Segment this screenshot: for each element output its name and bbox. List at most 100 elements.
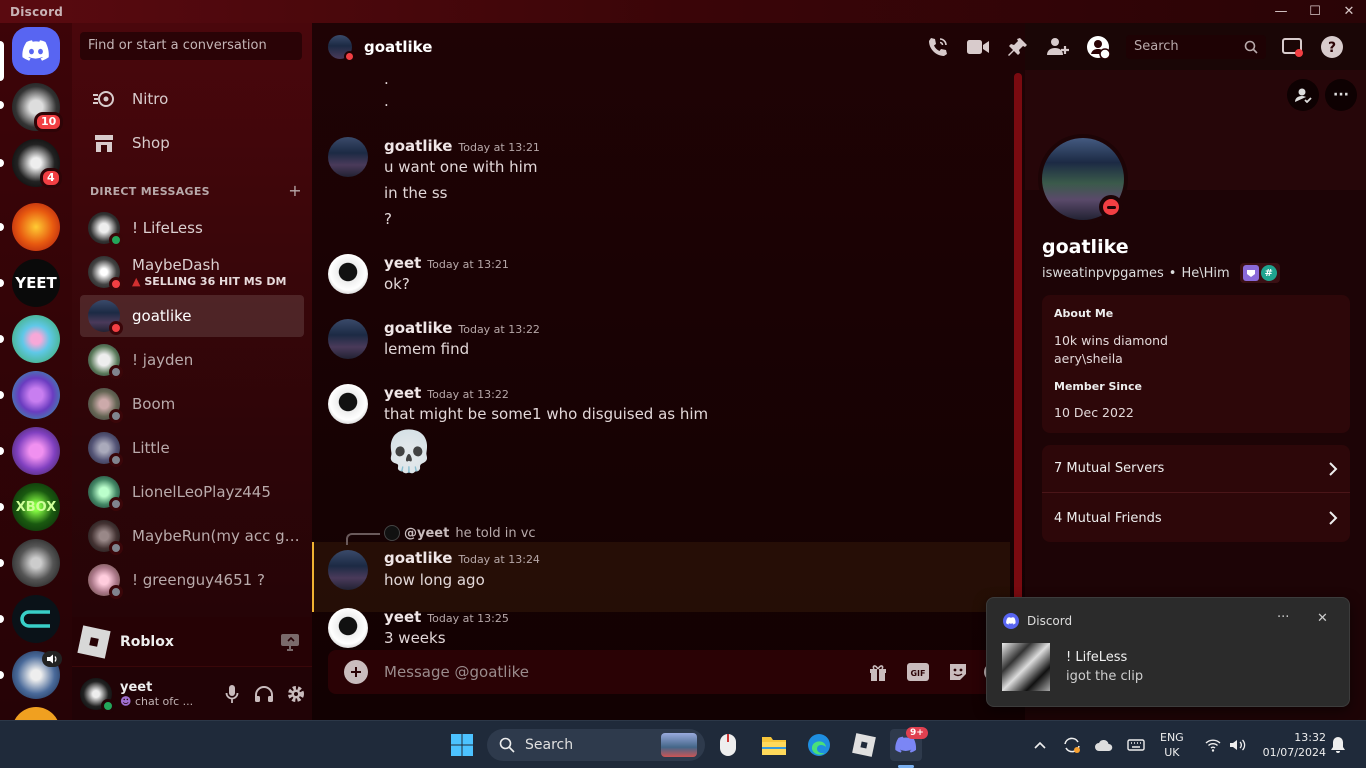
server-yeet-icon[interactable]: YEET (12, 259, 60, 307)
scrollbar[interactable] (1014, 73, 1022, 633)
roblox-icon (77, 624, 111, 659)
dm-item[interactable]: Boom (80, 383, 304, 425)
shop-icon (92, 131, 116, 155)
close-button[interactable]: ✕ (1332, 0, 1366, 23)
mutual-servers-row[interactable]: 7 Mutual Servers (1042, 445, 1350, 493)
message-avatar[interactable] (328, 254, 368, 294)
help-icon[interactable]: ? (1318, 35, 1346, 59)
nav-nitro[interactable]: Nitro (80, 78, 304, 120)
message-avatar[interactable] (328, 384, 368, 424)
notification-toast[interactable]: Discord ··· ✕ ! LifeLess igot the clip (986, 597, 1350, 707)
message-timestamp: Today at 13:21 (427, 258, 509, 271)
dm-item[interactable]: Little (80, 427, 304, 469)
add-dm-button[interactable]: + (288, 181, 302, 200)
message-avatar[interactable] (328, 137, 368, 177)
show-hidden-icons-chevron-icon[interactable] (1024, 729, 1056, 761)
gift-icon[interactable] (858, 662, 898, 682)
server-icon[interactable] (12, 595, 60, 643)
message-avatar[interactable] (328, 319, 368, 359)
chevron-right-icon (1329, 461, 1338, 476)
minimize-button[interactable]: — (1264, 0, 1298, 23)
server-icon[interactable] (12, 315, 60, 363)
edge-browser-icon[interactable] (803, 729, 835, 761)
start-windows-icon[interactable] (446, 729, 478, 761)
profile-username[interactable]: isweatinpvpgames (1042, 266, 1164, 281)
message-list: . . goatlike Today at 13:21 u want one wi… (312, 70, 1017, 650)
dm-item[interactable]: ! greenguy4651 ? (80, 559, 304, 601)
dm-item-selected[interactable]: goatlike (80, 295, 304, 337)
message-author[interactable]: goatlike (384, 319, 452, 337)
skull-emoji[interactable]: 💀 (384, 428, 434, 475)
message-author[interactable]: yeet (384, 384, 421, 402)
find-conversation-input[interactable]: Find or start a conversation (80, 32, 302, 60)
message-input[interactable]: Message @goatlike (384, 663, 858, 681)
video-call-icon[interactable] (964, 38, 992, 56)
member-since-date: 10 Dec 2022 (1054, 405, 1134, 420)
toast-more-button[interactable]: ··· (1277, 610, 1289, 625)
more-options-icon[interactable]: ··· (1325, 79, 1357, 111)
maximize-button[interactable]: ☐ (1298, 0, 1332, 23)
file-explorer-icon[interactable] (758, 729, 790, 761)
dm-item[interactable]: MaybeRun(my acc got... (80, 515, 304, 557)
message-timestamp: Today at 13:24 (458, 553, 540, 566)
sync-icon[interactable] (1056, 729, 1088, 761)
server-icon[interactable] (12, 371, 60, 419)
pinned-messages-icon[interactable] (1004, 36, 1032, 58)
mouse-app-icon[interactable] (712, 729, 744, 761)
profile-pronouns: He\Him (1181, 265, 1230, 281)
settings-gear-icon[interactable] (280, 678, 312, 710)
message-timestamp: Today at 13:22 (427, 388, 509, 401)
message-author[interactable]: goatlike (384, 137, 452, 155)
hashtag-badge-icon[interactable]: # (1260, 265, 1277, 281)
notification-bell-icon[interactable] (1322, 729, 1354, 761)
gif-icon[interactable]: GIF (898, 663, 938, 681)
user-profile-toggle-icon[interactable] (1084, 35, 1112, 59)
server-icon[interactable] (12, 539, 60, 587)
server-xbox-icon[interactable]: XBOX (12, 483, 60, 531)
home-button[interactable] (12, 27, 60, 75)
add-friends-to-dm-icon[interactable] (1044, 36, 1072, 58)
nitro-badge-icon[interactable] (1242, 265, 1259, 281)
cloud-weather-icon[interactable] (1088, 729, 1120, 761)
screen-share-icon[interactable] (280, 633, 300, 651)
dm-item[interactable]: MaybeDash ▲ SELLING 36 HIT MS DM (80, 251, 304, 293)
activity-bar[interactable]: Roblox (72, 617, 312, 667)
toast-close-button[interactable]: ✕ (1317, 611, 1328, 626)
user-avatar[interactable] (80, 677, 115, 713)
dm-item[interactable]: ! LifeLess (80, 207, 304, 249)
dm-item[interactable]: ! jayden (80, 339, 304, 381)
discord-logo-icon (22, 40, 49, 61)
keyboard-icon[interactable] (1120, 729, 1152, 761)
mutual-friends-row[interactable]: 4 Mutual Friends (1042, 494, 1350, 542)
status-dnd-icon (344, 50, 355, 62)
microphone-icon[interactable] (216, 678, 248, 710)
message-author[interactable]: goatlike (384, 549, 452, 567)
language-indicator[interactable]: ENG UK (1160, 730, 1184, 760)
server-icon[interactable] (12, 203, 60, 251)
headphones-icon[interactable] (248, 678, 280, 710)
roblox-taskbar-icon[interactable] (848, 729, 880, 761)
add-friend-icon[interactable] (1287, 79, 1319, 111)
message-avatar[interactable] (328, 550, 368, 590)
nav-shop[interactable]: Shop (80, 122, 304, 164)
message-author[interactable]: yeet (384, 254, 421, 272)
voice-call-icon[interactable] (924, 36, 952, 58)
system-tray-quick-settings[interactable] (1196, 729, 1256, 761)
message-text: in the ss (384, 184, 448, 202)
status-offline-icon (109, 541, 123, 555)
reply-preview[interactable]: @yeet he told in vc (384, 525, 536, 541)
message-author[interactable]: yeet (384, 608, 421, 626)
header-search-input[interactable]: Search (1126, 34, 1266, 59)
taskbar-search[interactable]: Search (487, 729, 705, 761)
dm-item[interactable]: LionelLeoPlayz445 (80, 471, 304, 513)
server-icon[interactable] (12, 707, 60, 720)
inbox-icon[interactable] (1278, 36, 1306, 58)
server-rail: 10 4 YEET XBOX (0, 23, 72, 720)
scrollbar-thumb[interactable] (1014, 73, 1022, 633)
server-icon[interactable] (12, 427, 60, 475)
sticker-icon[interactable] (938, 662, 978, 682)
add-attachment-icon[interactable] (344, 660, 368, 684)
toast-header: Discord (1003, 613, 1072, 629)
message-avatar[interactable] (328, 608, 368, 648)
clock[interactable]: 13:32 01/07/2024 (1256, 730, 1326, 760)
